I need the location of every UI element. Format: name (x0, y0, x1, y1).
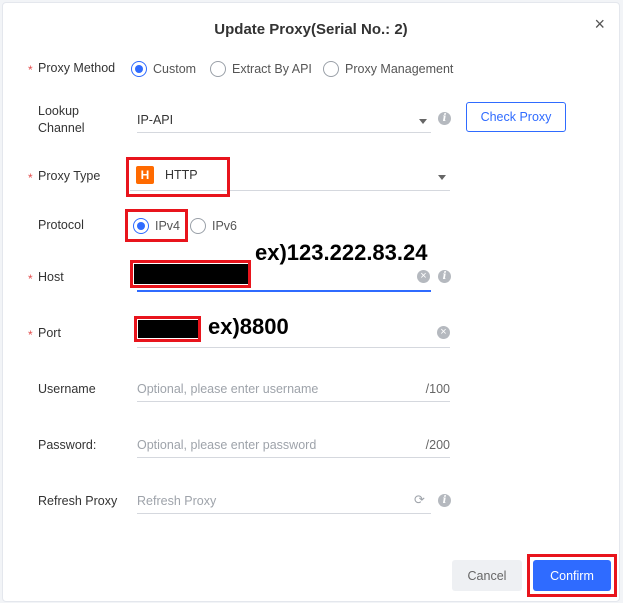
highlight-box (126, 157, 230, 197)
highlight-box (134, 316, 201, 342)
host-label: Host (38, 270, 64, 284)
highlight-box (130, 260, 251, 288)
proxy-type-label: Proxy Type (38, 169, 101, 183)
refresh-proxy-placeholder: Refresh Proxy (137, 494, 217, 508)
chevron-down-icon (419, 119, 427, 124)
highlight-box (527, 554, 617, 597)
lookup-channel-select[interactable]: IP-API (137, 107, 431, 133)
radio-custom-label: Custom (153, 62, 197, 76)
password-label: Password: (38, 438, 97, 452)
required-marker: * (28, 63, 33, 77)
radio-extract-by-api[interactable]: Extract By API (210, 61, 312, 77)
password-placeholder: Optional, please enter password (137, 438, 317, 452)
radio-extract-label: Extract By API (232, 62, 312, 76)
protocol-label: Protocol (38, 218, 84, 232)
radio-proxy-management-label: Proxy Management (345, 62, 454, 76)
password-counter: /200 (425, 438, 450, 452)
refresh-icon[interactable]: ⟳ (414, 492, 425, 508)
required-marker: * (28, 328, 33, 342)
radio-unchecked-icon (323, 61, 339, 77)
info-icon[interactable]: i (438, 270, 451, 283)
radio-ipv6[interactable]: IPv6 (190, 218, 237, 234)
radio-custom[interactable]: Custom (131, 61, 196, 77)
clear-icon[interactable]: × (417, 270, 430, 283)
lookup-channel-label: Lookup Channel (38, 104, 85, 135)
info-icon[interactable]: i (438, 494, 451, 507)
chevron-down-icon (438, 175, 446, 180)
password-input[interactable]: Optional, please enter password /200 (137, 432, 450, 458)
radio-unchecked-icon (190, 218, 206, 234)
radio-proxy-management[interactable]: Proxy Management (323, 61, 453, 77)
refresh-proxy-label: Refresh Proxy (38, 494, 118, 508)
username-counter: /100 (425, 382, 450, 396)
username-placeholder: Optional, please enter username (137, 382, 319, 396)
required-marker: * (28, 272, 33, 286)
cancel-button[interactable]: Cancel (452, 560, 522, 591)
highlight-box (125, 209, 188, 242)
proxy-method-label: Proxy Method (38, 61, 116, 75)
close-icon[interactable]: × (594, 15, 605, 33)
port-label: Port (38, 326, 61, 340)
port-example-annotation: ex)8800 (208, 314, 289, 339)
required-marker: * (28, 171, 33, 185)
clear-icon[interactable]: × (437, 326, 450, 339)
radio-unchecked-icon (210, 61, 226, 77)
radio-checked-icon (131, 61, 147, 77)
host-example-annotation: ex)123.222.83.24 (255, 240, 428, 265)
check-proxy-button[interactable]: Check Proxy (466, 102, 566, 132)
refresh-proxy-input[interactable]: Refresh Proxy (137, 488, 431, 514)
username-label: Username (38, 382, 96, 396)
radio-ipv6-label: IPv6 (212, 219, 238, 233)
dialog-title: Update Proxy(Serial No.: 2) (214, 21, 408, 38)
username-input[interactable]: Optional, please enter username /100 (137, 376, 450, 402)
info-icon[interactable]: i (438, 112, 451, 125)
lookup-channel-value: IP-API (137, 113, 174, 127)
